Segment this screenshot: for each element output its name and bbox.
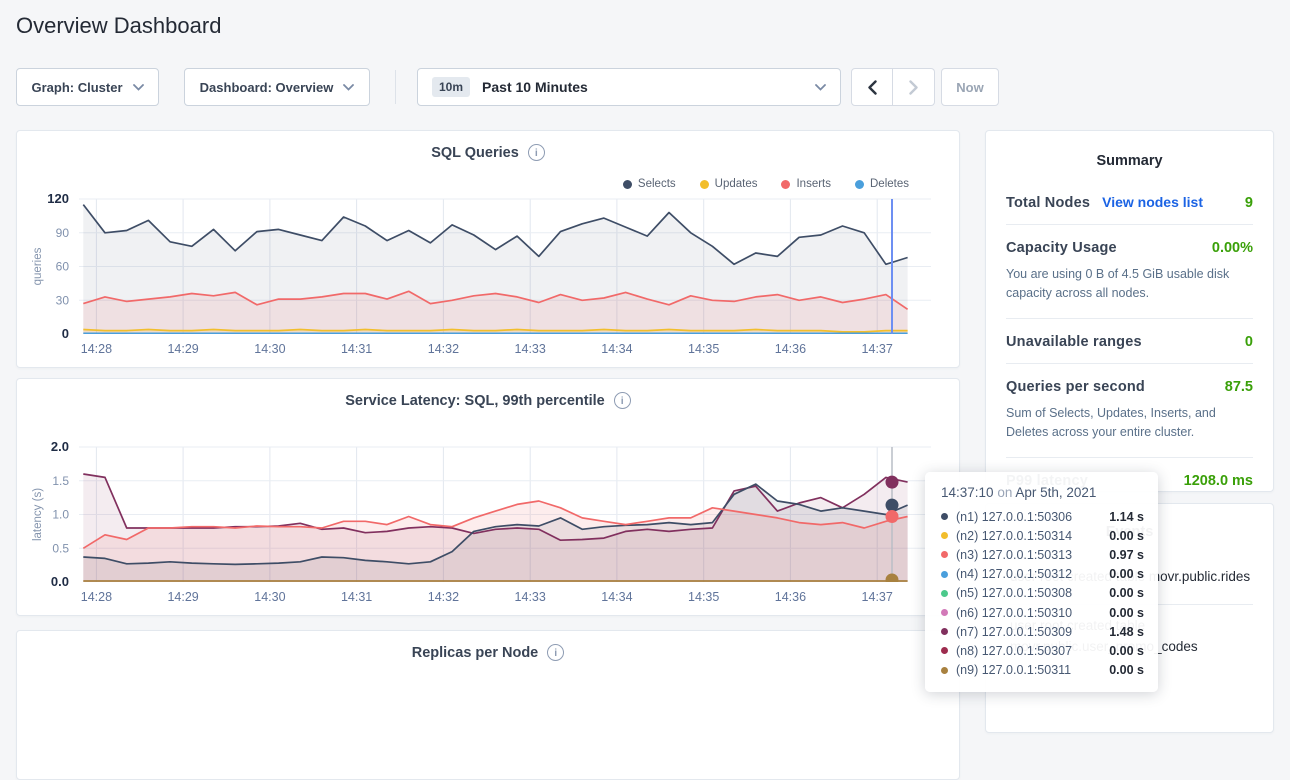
tooltip-row-n3: (n3) 127.0.0.1:503130.97 s [941, 545, 1144, 564]
svg-text:14:31: 14:31 [341, 590, 372, 604]
tooltip-row-n1: (n1) 127.0.0.1:503061.14 s [941, 507, 1144, 526]
service-latency-card: Service Latency: SQL, 99th percentile i … [16, 378, 960, 616]
summary-row-qps: Queries per second 87.5 [1006, 363, 1253, 408]
qps-value: 87.5 [1225, 379, 1253, 395]
svg-text:14:37: 14:37 [862, 590, 893, 604]
svg-text:14:30: 14:30 [254, 342, 285, 356]
svg-text:120: 120 [47, 191, 69, 206]
capacity-usage-description: You are using 0 B of 4.5 GiB usable disk… [1006, 265, 1253, 318]
total-nodes-value: 9 [1245, 195, 1253, 211]
svg-text:1.0: 1.0 [52, 508, 69, 522]
chevron-down-icon [815, 84, 826, 91]
total-nodes-label: Total Nodes [1006, 195, 1090, 211]
svg-text:14:35: 14:35 [688, 590, 719, 604]
view-nodes-list-link[interactable]: View nodes list [1102, 194, 1203, 210]
svg-text:14:30: 14:30 [254, 590, 285, 604]
svg-text:latency (s): latency (s) [32, 488, 44, 541]
svg-text:0.5: 0.5 [52, 541, 69, 555]
node-dot-icon [941, 667, 948, 674]
svg-text:14:29: 14:29 [167, 590, 198, 604]
chevron-left-icon [868, 80, 877, 95]
chevron-right-icon [909, 80, 918, 95]
svg-text:14:28: 14:28 [81, 342, 112, 356]
svg-text:60: 60 [56, 260, 70, 274]
svg-text:14:29: 14:29 [167, 342, 198, 356]
time-window-badge: 10m [432, 77, 470, 97]
svg-text:14:33: 14:33 [515, 590, 546, 604]
dashboard-dropdown-label: Dashboard: Overview [200, 80, 334, 95]
p99-latency-value: 1208.0 ms [1184, 473, 1253, 489]
svg-text:14:37: 14:37 [862, 342, 893, 356]
service-latency-chart[interactable]: 0.0 0.5 1.0 1.5 2.0 14:28 14:29 14:30 14:31 14:32… [17, 379, 961, 617]
svg-text:2.0: 2.0 [51, 439, 69, 454]
svg-text:14:28: 14:28 [81, 590, 112, 604]
svg-text:90: 90 [56, 226, 70, 240]
summary-row-capacity: Capacity Usage 0.00% [1006, 224, 1253, 269]
svg-text:14:36: 14:36 [775, 342, 806, 356]
node-dot-icon [941, 609, 948, 616]
controls-divider [395, 70, 396, 104]
summary-row-unavailable: Unavailable ranges 0 [1006, 318, 1253, 363]
replicas-chart-title: Replicas per Node [412, 645, 539, 661]
node-dot-icon [941, 590, 948, 597]
svg-text:14:32: 14:32 [428, 590, 459, 604]
chevron-down-icon [343, 84, 354, 91]
svg-text:30: 30 [56, 293, 70, 307]
svg-text:14:36: 14:36 [775, 590, 806, 604]
capacity-usage-value: 0.00% [1212, 240, 1253, 256]
now-button[interactable]: Now [941, 68, 999, 106]
time-back-button[interactable] [851, 68, 893, 106]
sql-queries-card: SQL Queries i Selects Updates Inserts De… [16, 130, 960, 368]
tooltip-timestamp: 14:37:10 on Apr 5th, 2021 [941, 485, 1144, 500]
tooltip-row-n2: (n2) 127.0.0.1:503140.00 s [941, 526, 1144, 545]
node-dot-icon [941, 551, 948, 558]
graph-dropdown-label: Graph: Cluster [31, 80, 122, 95]
capacity-usage-label: Capacity Usage [1006, 240, 1117, 256]
qps-label: Queries per second [1006, 379, 1145, 395]
svg-text:14:31: 14:31 [341, 342, 372, 356]
tooltip-row-n5: (n5) 127.0.0.1:503080.00 s [941, 584, 1144, 603]
unavailable-ranges-value: 0 [1245, 334, 1253, 350]
node-dot-icon [941, 513, 948, 520]
unavailable-ranges-label: Unavailable ranges [1006, 334, 1142, 350]
node-dot-icon [941, 628, 948, 635]
replicas-per-node-card: Replicas per Node i [16, 630, 960, 780]
chevron-down-icon [133, 84, 144, 91]
svg-text:14:33: 14:33 [515, 342, 546, 356]
time-window-label: Past 10 Minutes [482, 79, 588, 95]
svg-text:14:32: 14:32 [428, 342, 459, 356]
node-dot-icon [941, 532, 948, 539]
summary-panel: Summary Total Nodes View nodes list 9 Ca… [985, 130, 1274, 492]
svg-text:0: 0 [62, 326, 69, 341]
dashboard-dropdown[interactable]: Dashboard: Overview [184, 68, 370, 106]
info-icon[interactable]: i [547, 644, 564, 661]
tooltip-row-n8: (n8) 127.0.0.1:503070.00 s [941, 641, 1144, 660]
tooltip-row-n7: (n7) 127.0.0.1:503091.48 s [941, 622, 1144, 641]
tooltip-row-n9: (n9) 127.0.0.1:503110.00 s [941, 661, 1144, 680]
svg-text:14:35: 14:35 [688, 342, 719, 356]
time-range-dropdown[interactable]: 10m Past 10 Minutes [417, 68, 841, 106]
tooltip-row-n4: (n4) 127.0.0.1:503120.00 s [941, 565, 1144, 584]
overview-dashboard-page: Overview Dashboard Graph: Cluster Dashbo… [0, 0, 1290, 689]
svg-text:queries: queries [32, 247, 44, 285]
graph-dropdown[interactable]: Graph: Cluster [16, 68, 159, 106]
tooltip-row-n6: (n6) 127.0.0.1:503100.00 s [941, 603, 1144, 622]
node-dot-icon [941, 571, 948, 578]
svg-text:14:34: 14:34 [601, 590, 632, 604]
qps-description: Sum of Selects, Updates, Inserts, and De… [1006, 404, 1253, 457]
svg-text:14:34: 14:34 [601, 342, 632, 356]
summary-row-total-nodes: Total Nodes View nodes list 9 [1006, 179, 1253, 224]
sql-queries-chart[interactable]: 0 30 60 90 120 14:28 14:29 14:30 14:31 14:32 14:33… [17, 131, 961, 369]
chart-hover-tooltip: 14:37:10 on Apr 5th, 2021 (n1) 127.0.0.1… [925, 472, 1158, 692]
summary-title: Summary [1006, 145, 1253, 179]
time-step-buttons [851, 68, 935, 106]
svg-text:0.0: 0.0 [51, 574, 69, 589]
time-forward-button-disabled[interactable] [893, 68, 935, 106]
svg-text:1.5: 1.5 [52, 474, 69, 488]
page-title: Overview Dashboard [16, 13, 221, 39]
node-dot-icon [941, 647, 948, 654]
